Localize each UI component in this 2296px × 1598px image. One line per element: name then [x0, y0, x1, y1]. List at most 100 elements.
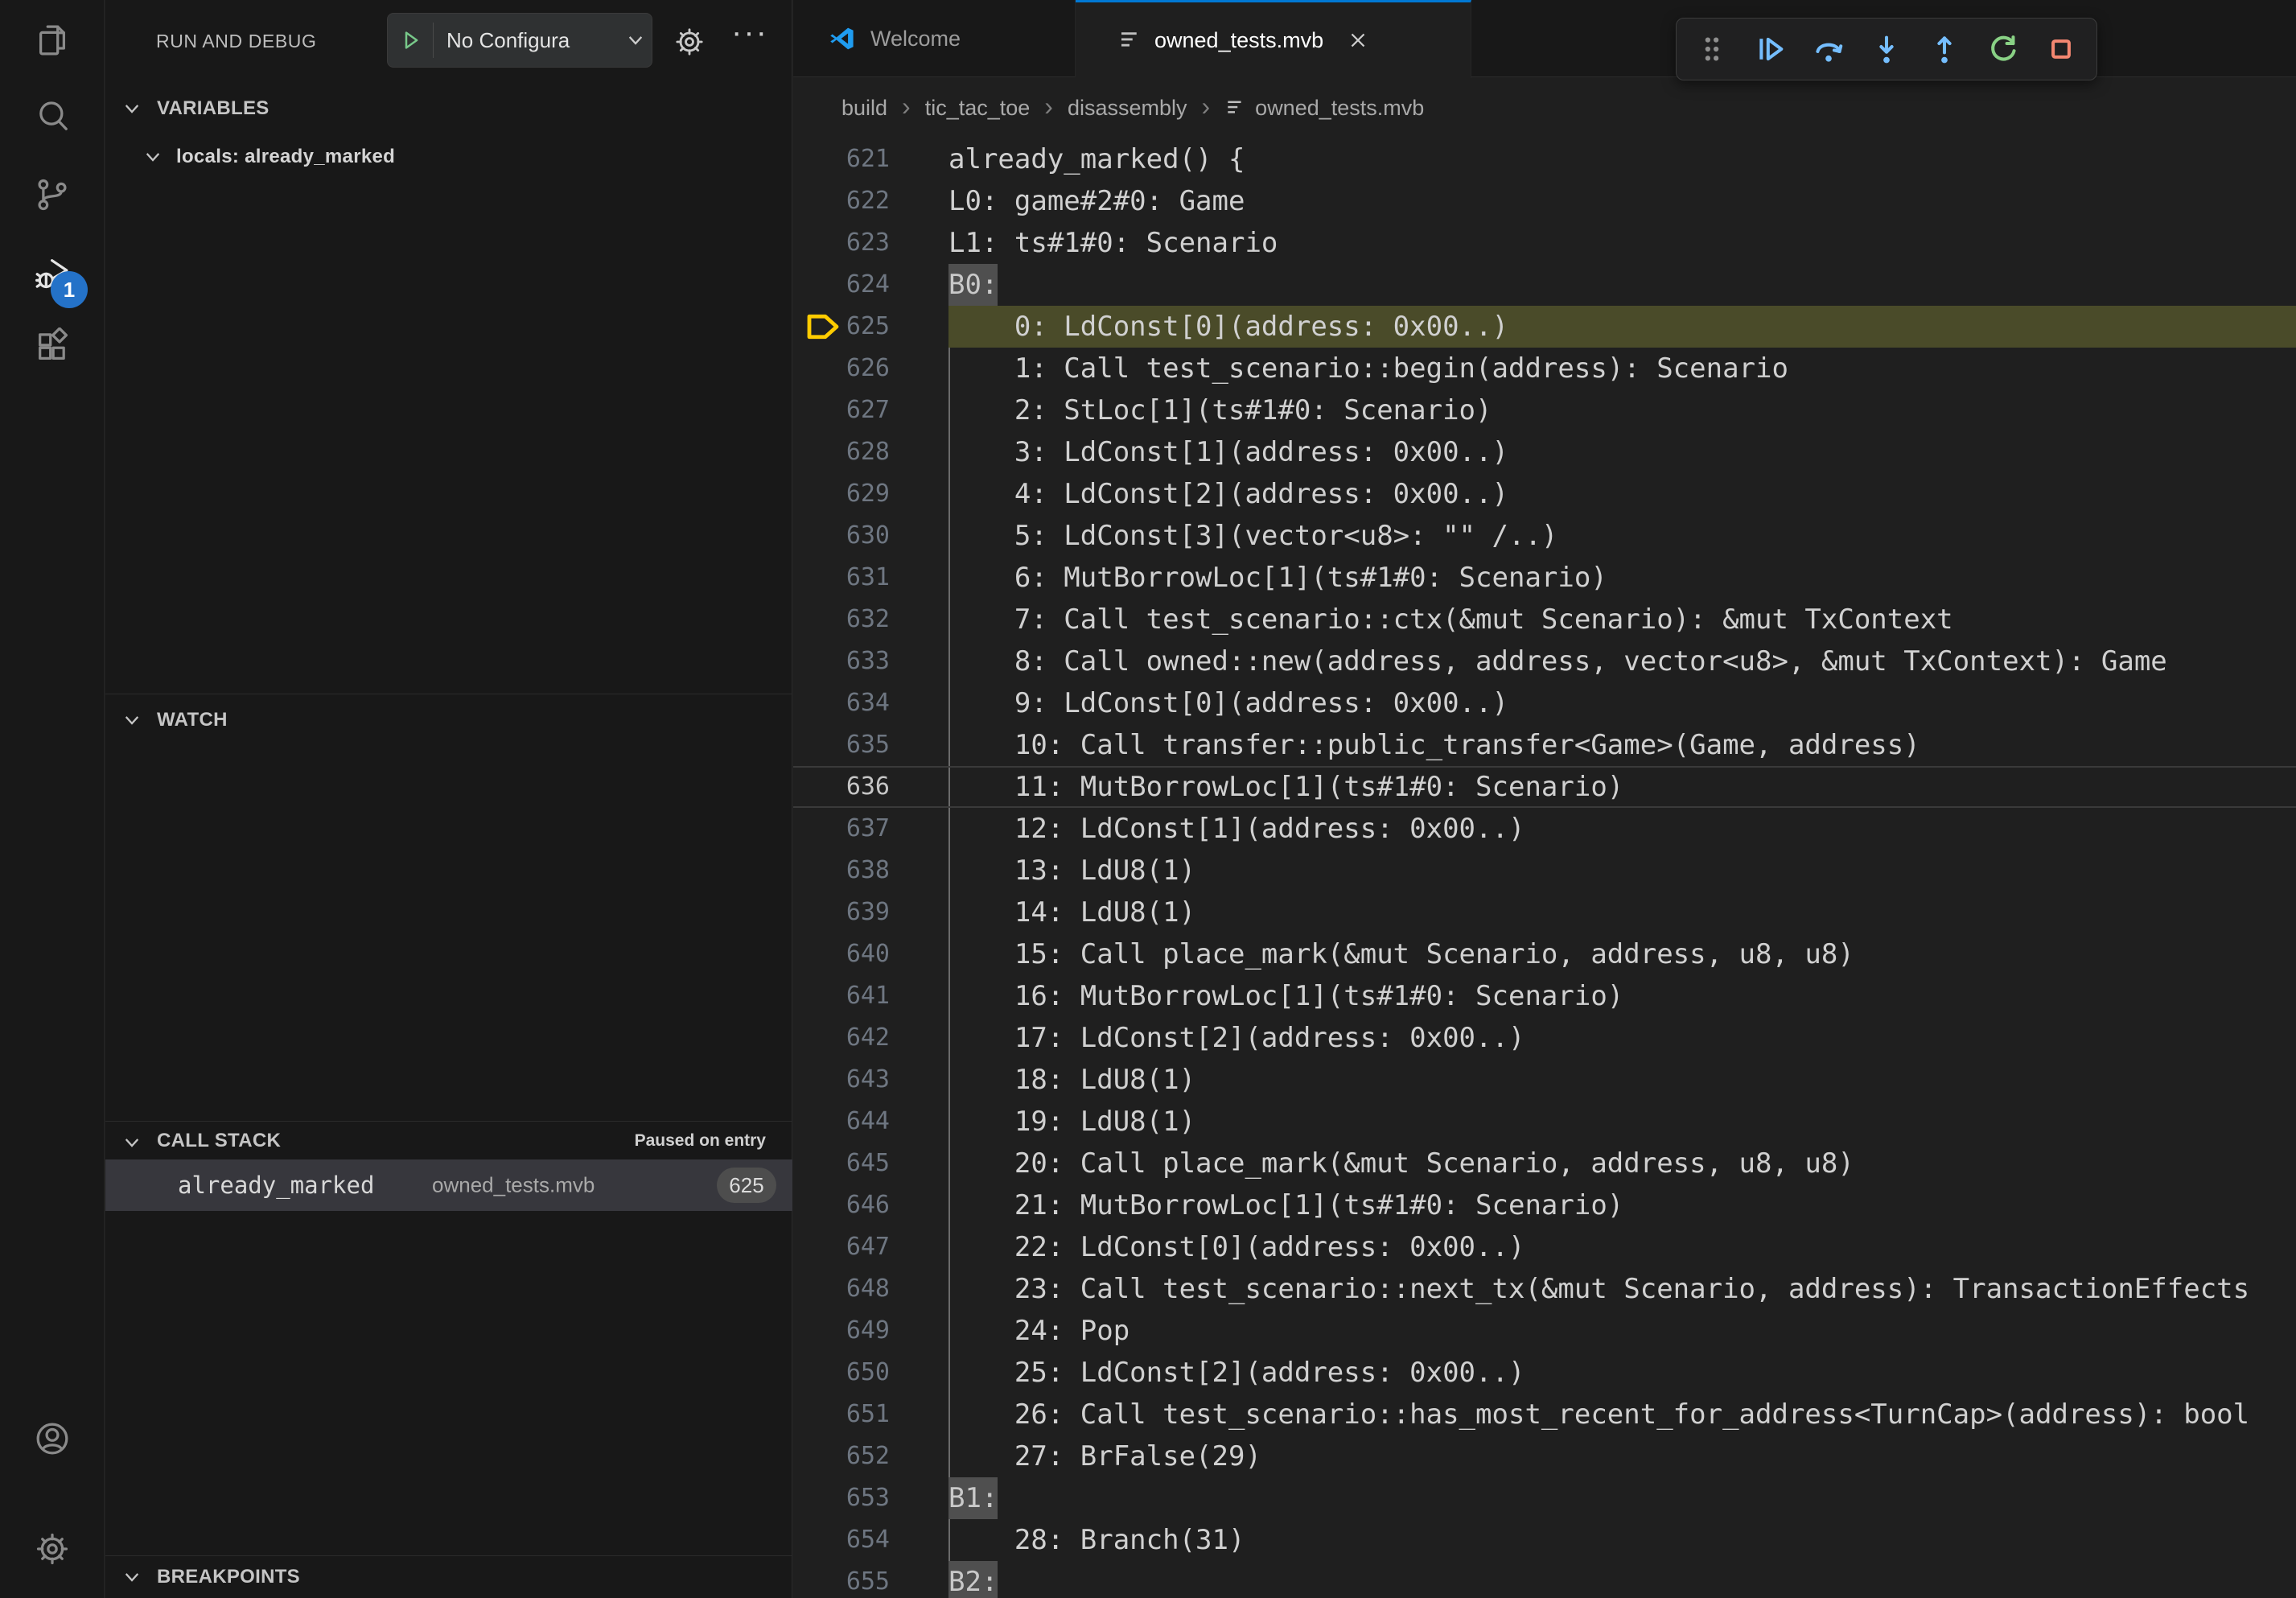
- step-over-button[interactable]: [1811, 31, 1846, 67]
- line-number[interactable]: 633: [793, 640, 890, 682]
- line-number[interactable]: 622: [793, 180, 890, 222]
- line-number[interactable]: 639: [793, 892, 890, 933]
- code-line[interactable]: 632 7: Call test_scenario::ctx(&mut Scen…: [793, 599, 2296, 640]
- line-number[interactable]: 653: [793, 1477, 890, 1519]
- code-line[interactable]: 654 28: Branch(31): [793, 1519, 2296, 1561]
- line-number[interactable]: 626: [793, 348, 890, 389]
- line-number[interactable]: 644: [793, 1101, 890, 1143]
- code-line[interactable]: 639 14: LdU8(1): [793, 892, 2296, 933]
- line-number[interactable]: 641: [793, 975, 890, 1017]
- line-number[interactable]: 632: [793, 599, 890, 640]
- call-stack-frame-row[interactable]: already_marked owned_tests.mvb 625: [105, 1159, 792, 1211]
- code-line[interactable]: 631 6: MutBorrowLoc[1](ts#1#0: Scenario): [793, 557, 2296, 599]
- breadcrumb-item[interactable]: build: [841, 96, 887, 121]
- code-line[interactable]: 644 19: LdU8(1): [793, 1101, 2296, 1143]
- chevron-down-icon[interactable]: [142, 146, 163, 167]
- code-line[interactable]: 636 11: MutBorrowLoc[1](ts#1#0: Scenario…: [793, 766, 2296, 808]
- line-number[interactable]: 655: [793, 1561, 890, 1598]
- line-number[interactable]: 649: [793, 1310, 890, 1352]
- line-number[interactable]: 638: [793, 850, 890, 892]
- code-line[interactable]: 641 16: MutBorrowLoc[1](ts#1#0: Scenario…: [793, 975, 2296, 1017]
- files-icon[interactable]: [34, 22, 71, 59]
- code-line[interactable]: 647 22: LdConst[0](address: 0x00..): [793, 1226, 2296, 1268]
- drag-grip-icon[interactable]: [1694, 31, 1730, 67]
- code-line[interactable]: 635 10: Call transfer::public_transfer<G…: [793, 724, 2296, 766]
- code-editor[interactable]: 621already_marked() {622L0: game#2#0: Ga…: [793, 138, 2296, 1598]
- code-line[interactable]: 628 3: LdConst[1](address: 0x00..): [793, 431, 2296, 473]
- code-line[interactable]: 634 9: LdConst[0](address: 0x00..): [793, 682, 2296, 724]
- line-number[interactable]: 623: [793, 222, 890, 264]
- chevron-down-icon[interactable]: [121, 1567, 142, 1588]
- chevron-down-icon[interactable]: [619, 30, 652, 51]
- code-line[interactable]: 643 18: LdU8(1): [793, 1059, 2296, 1101]
- breadcrumb-item[interactable]: disassembly: [1068, 96, 1187, 121]
- line-number[interactable]: 648: [793, 1268, 890, 1310]
- chevron-down-icon[interactable]: [121, 1132, 142, 1153]
- code-line[interactable]: 642 17: LdConst[2](address: 0x00..): [793, 1017, 2296, 1059]
- code-line[interactable]: 645 20: Call place_mark(&mut Scenario, a…: [793, 1143, 2296, 1184]
- code-line[interactable]: 652 27: BrFalse(29): [793, 1435, 2296, 1477]
- line-number[interactable]: 636: [793, 766, 890, 808]
- section-breakpoints[interactable]: BREAKPOINTS: [105, 1555, 792, 1598]
- code-line[interactable]: 624B0:: [793, 264, 2296, 306]
- code-line[interactable]: 622L0: game#2#0: Game: [793, 180, 2296, 222]
- source-control-icon[interactable]: [34, 176, 71, 213]
- line-number[interactable]: 629: [793, 473, 890, 515]
- breadcrumb-item[interactable]: tic_tac_toe: [925, 96, 1031, 121]
- line-number[interactable]: 634: [793, 682, 890, 724]
- code-line[interactable]: 653B1:: [793, 1477, 2296, 1519]
- line-number[interactable]: 650: [793, 1352, 890, 1394]
- code-line[interactable]: 633 8: Call owned::new(address, address,…: [793, 640, 2296, 682]
- debug-settings-gear-icon[interactable]: [673, 26, 706, 58]
- tab-welcome[interactable]: Welcome: [793, 0, 1076, 77]
- launch-config-dropdown[interactable]: No Configura: [387, 13, 652, 68]
- account-icon[interactable]: [34, 1420, 71, 1457]
- line-number[interactable]: 624: [793, 264, 890, 306]
- step-out-button[interactable]: [1927, 31, 1962, 67]
- code-line[interactable]: 630 5: LdConst[3](vector<u8>: "" /..): [793, 515, 2296, 557]
- code-line[interactable]: 649 24: Pop: [793, 1310, 2296, 1352]
- line-number[interactable]: 621: [793, 138, 890, 180]
- code-line[interactable]: 627 2: StLoc[1](ts#1#0: Scenario): [793, 389, 2296, 431]
- line-number[interactable]: 637: [793, 808, 890, 850]
- breadcrumb-item[interactable]: owned_tests.mvb: [1255, 96, 1424, 121]
- code-line[interactable]: 623L1: ts#1#0: Scenario: [793, 222, 2296, 264]
- section-variables[interactable]: VARIABLES: [105, 84, 792, 133]
- code-line[interactable]: 651 26: Call test_scenario::has_most_rec…: [793, 1394, 2296, 1435]
- close-icon[interactable]: [1346, 28, 1370, 52]
- section-call-stack[interactable]: CALL STACK Paused on entry: [105, 1121, 792, 1159]
- start-debug-icon[interactable]: [388, 28, 433, 52]
- code-line[interactable]: 621already_marked() {: [793, 138, 2296, 180]
- line-number[interactable]: 654: [793, 1519, 890, 1561]
- stop-button[interactable]: [2043, 31, 2079, 67]
- line-number[interactable]: 652: [793, 1435, 890, 1477]
- step-into-button[interactable]: [1869, 31, 1904, 67]
- line-number[interactable]: 640: [793, 933, 890, 975]
- tab-owned-tests[interactable]: owned_tests.mvb: [1076, 0, 1471, 78]
- line-number[interactable]: 646: [793, 1184, 890, 1226]
- tab-label[interactable]: Welcome: [870, 27, 961, 51]
- search-icon[interactable]: [34, 97, 71, 134]
- extensions-icon[interactable]: [34, 327, 71, 364]
- line-number[interactable]: 651: [793, 1394, 890, 1435]
- more-actions-icon[interactable]: ···: [731, 14, 770, 51]
- line-number[interactable]: 643: [793, 1059, 890, 1101]
- settings-gear-icon[interactable]: [34, 1530, 71, 1567]
- code-line[interactable]: 640 15: Call place_mark(&mut Scenario, a…: [793, 933, 2296, 975]
- code-line[interactable]: 638 13: LdU8(1): [793, 850, 2296, 892]
- continue-button[interactable]: [1752, 31, 1788, 67]
- chevron-down-icon[interactable]: [121, 98, 142, 119]
- section-watch[interactable]: WATCH: [105, 694, 792, 745]
- line-number[interactable]: 631: [793, 557, 890, 599]
- variables-scope-row[interactable]: locals: already_marked: [105, 133, 792, 181]
- code-line[interactable]: 629 4: LdConst[2](address: 0x00..): [793, 473, 2296, 515]
- line-number[interactable]: 635: [793, 724, 890, 766]
- line-number[interactable]: 628: [793, 431, 890, 473]
- tab-label[interactable]: owned_tests.mvb: [1154, 28, 1323, 53]
- chevron-down-icon[interactable]: [121, 710, 142, 731]
- line-number[interactable]: 627: [793, 389, 890, 431]
- line-number[interactable]: 647: [793, 1226, 890, 1268]
- code-line[interactable]: 625 0: LdConst[0](address: 0x00..): [793, 306, 2296, 348]
- line-number[interactable]: 642: [793, 1017, 890, 1059]
- line-number[interactable]: 645: [793, 1143, 890, 1184]
